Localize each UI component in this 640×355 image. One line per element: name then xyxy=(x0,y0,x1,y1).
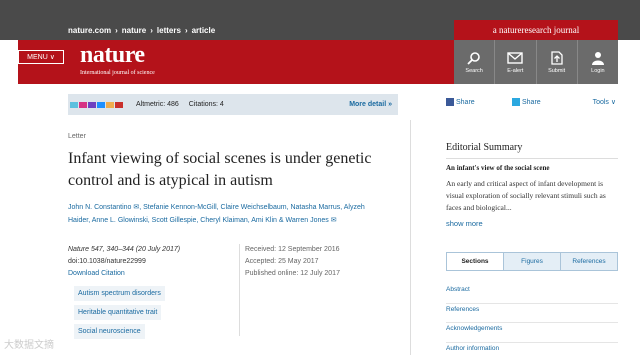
metrics-bar: Altmetric: 486 Citations: 4 More detail … xyxy=(68,94,398,115)
search-icon xyxy=(467,51,480,65)
altmetric-swatch xyxy=(70,101,78,108)
accepted-date: Accepted: 25 May 2017 xyxy=(245,258,319,265)
download-citation-link[interactable]: Download Citation xyxy=(68,268,238,280)
menu-button[interactable]: MENU ∨ xyxy=(18,50,64,64)
breadcrumb-item[interactable]: nature xyxy=(122,26,146,35)
logo-subtitle: International journal of science xyxy=(80,70,155,76)
watermark: 大数据文摘 xyxy=(4,340,54,351)
search-button[interactable]: Search xyxy=(454,40,496,84)
twitter-share-button[interactable]: Share xyxy=(512,98,541,106)
login-label: Login xyxy=(591,67,605,74)
history-dates: Received: 12 September 2016 Accepted: 25… xyxy=(245,244,405,280)
breadcrumb-item[interactable]: letters xyxy=(157,26,181,35)
author-list[interactable]: John N. Constantino ✉, Stefanie Kennon-M… xyxy=(68,201,408,227)
altmetric-badge[interactable] xyxy=(70,101,124,108)
subject-tag[interactable]: Autism spectrum disorders xyxy=(74,286,165,301)
nature-logo[interactable]: nature xyxy=(80,42,145,69)
search-label: Search xyxy=(465,67,483,74)
subject-tags: Autism spectrum disorders Heritable quan… xyxy=(74,286,214,343)
altmetric-swatch xyxy=(79,101,87,108)
mail-icon xyxy=(507,51,524,64)
tab-figures[interactable]: Figures xyxy=(504,253,561,270)
section-link-author-information[interactable]: Author information xyxy=(446,343,618,355)
share-bar: Share Share Tools ∨ xyxy=(446,98,618,112)
section-link-references[interactable]: References xyxy=(446,304,618,323)
article-title: Infant viewing of social scenes is under… xyxy=(68,150,372,189)
tab-sections[interactable]: Sections xyxy=(447,253,504,270)
section-link-acknowledgements[interactable]: Acknowledgements xyxy=(446,323,618,343)
published-date: Published online: 12 July 2017 xyxy=(245,270,340,277)
header-icon-row: Search E-alert Submit Login xyxy=(454,40,618,84)
column-divider xyxy=(410,120,411,355)
editorial-headline: An infant's view of the social scene xyxy=(446,164,550,172)
journal-citation: Nature 547, 340–344 (20 July 2017) xyxy=(68,246,181,253)
altmetric-swatch xyxy=(115,101,123,108)
received-date: Received: 12 September 2016 xyxy=(245,246,340,253)
doi: doi:10.1038/nature22999 xyxy=(68,258,146,265)
authors-line[interactable]: John N. Constantino ✉, Stefanie Kennon-M… xyxy=(68,201,408,214)
breadcrumb-item[interactable]: article xyxy=(192,26,216,35)
breadcrumb-item[interactable]: nature.com xyxy=(68,26,111,35)
editorial-summary-title: Editorial Summary xyxy=(446,142,523,153)
user-icon xyxy=(591,51,604,65)
citation-info: Nature 547, 340–344 (20 July 2017) doi:1… xyxy=(68,244,238,280)
journal-badge[interactable]: a natureresearch journal xyxy=(454,20,618,40)
article-type: Letter xyxy=(68,133,86,140)
altmetric-swatch xyxy=(88,101,96,108)
site-header: MENU ∨ nature International journal of s… xyxy=(18,40,454,84)
e-alert-label: E-alert xyxy=(507,67,524,74)
submit-button[interactable]: Submit xyxy=(536,40,578,84)
authors-line[interactable]: Haider, Anne L. Glowinski, Scott Gillesp… xyxy=(68,214,408,227)
top-bar xyxy=(0,0,640,20)
twitter-share-label: Share xyxy=(522,98,541,106)
facebook-share-button[interactable]: Share xyxy=(446,98,475,106)
submit-label: Submit xyxy=(548,67,566,74)
subject-tag[interactable]: Social neuroscience xyxy=(74,324,145,339)
show-more-link[interactable]: show more xyxy=(446,219,483,228)
login-button[interactable]: Login xyxy=(577,40,618,84)
upload-icon xyxy=(550,50,563,65)
section-link-abstract[interactable]: Abstract xyxy=(446,284,618,304)
citation-count: Citations: 4 xyxy=(188,101,224,108)
facebook-icon xyxy=(446,98,454,106)
section-nav: Abstract References Acknowledgements Aut… xyxy=(446,284,618,355)
tab-references[interactable]: References xyxy=(561,253,617,270)
altmetric-swatch xyxy=(97,101,105,108)
breadcrumb: nature.com › nature › letters › article xyxy=(68,20,448,40)
twitter-icon xyxy=(512,98,520,106)
menu-label: MENU xyxy=(27,53,48,61)
editorial-divider xyxy=(446,158,618,159)
meta-divider xyxy=(239,244,240,336)
more-detail-link[interactable]: More detail » xyxy=(349,101,392,108)
tools-dropdown[interactable]: Tools ∨ xyxy=(593,98,616,106)
subject-tag[interactable]: Heritable quantitative trait xyxy=(74,305,162,320)
altmetric-score: Altmetric: 486 xyxy=(136,101,179,108)
editorial-body: An early and critical aspect of infant d… xyxy=(446,179,606,212)
section-tabs: Sections Figures References xyxy=(446,252,618,271)
facebook-share-label: Share xyxy=(456,98,475,106)
altmetric-swatch xyxy=(106,101,114,108)
e-alert-button[interactable]: E-alert xyxy=(495,40,537,84)
